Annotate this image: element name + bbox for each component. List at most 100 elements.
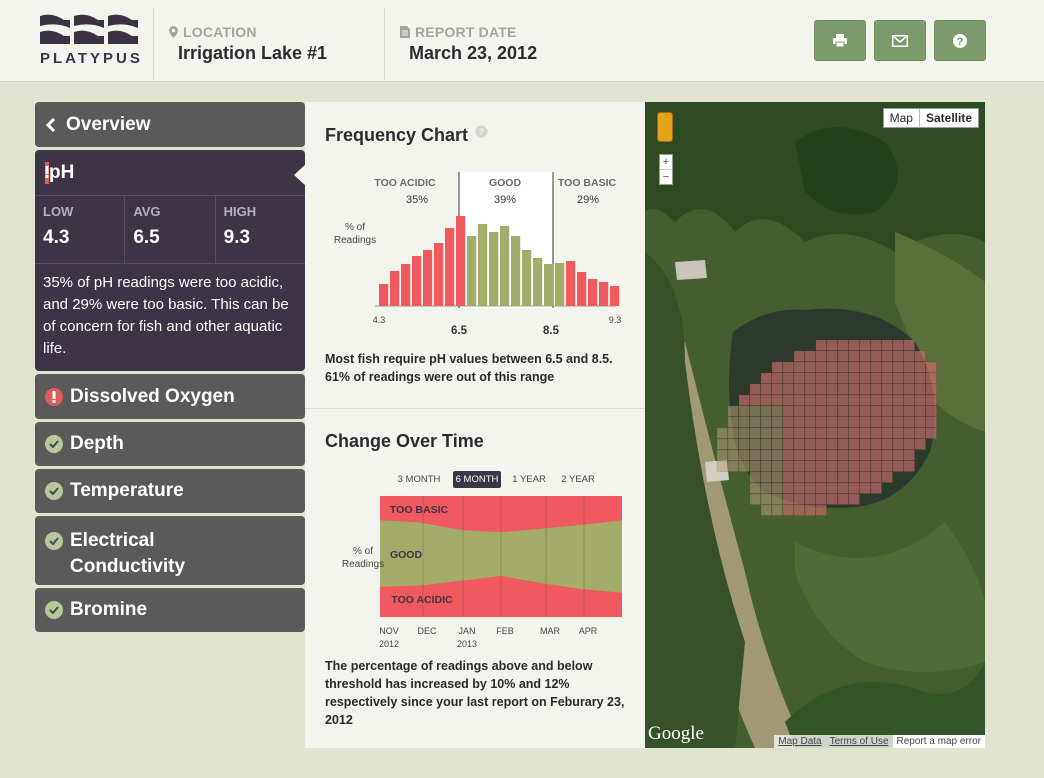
heatmap-cell [848, 383, 860, 395]
map-data-link[interactable]: Map Data [774, 735, 826, 748]
histogram-bar[interactable] [478, 224, 488, 306]
x-tick-label: 4.3 [373, 315, 386, 325]
histogram-bar[interactable] [555, 263, 565, 306]
histogram-bar[interactable] [434, 243, 444, 306]
terms-of-use-link[interactable]: Terms of Use [825, 735, 893, 748]
heatmap-cell [870, 383, 882, 395]
heatmap-cell [749, 471, 761, 483]
sidebar-item-electrical-conductivity[interactable]: Electrical Conductivity [35, 516, 305, 585]
histogram-bar[interactable] [445, 228, 455, 306]
histogram-bar[interactable] [401, 264, 411, 306]
map-type-map[interactable]: Map [884, 109, 919, 127]
heatmap-cell [738, 449, 750, 461]
heatmap-cell [892, 438, 904, 450]
heatmap-cell [815, 493, 827, 505]
heatmap-cell [782, 405, 794, 417]
heatmap-cell [804, 383, 816, 395]
section-divider [305, 408, 645, 409]
overview-button[interactable]: Overview [35, 102, 305, 147]
heatmap-cell [914, 361, 926, 373]
heatmap-cell [859, 350, 871, 362]
histogram-bar[interactable] [456, 216, 466, 306]
change-over-time-chart: 3 MONTH 6 MONTH 1 YEAR 2 YEAR TOO BASIC … [342, 471, 622, 649]
platypus-logo[interactable]: PLATYPUS [38, 12, 142, 70]
zone-pct-good: 39% [494, 194, 516, 206]
sidebar-item-temperature[interactable]: Temperature [35, 469, 305, 513]
histogram-bar[interactable] [379, 284, 389, 306]
histogram-bar[interactable] [467, 236, 477, 306]
satellite-map[interactable]: + − Map Satellite Google Map Data Terms … [645, 102, 985, 748]
heatmap-cell [859, 427, 871, 439]
zoom-in-button[interactable]: + [660, 155, 672, 169]
histogram-bar[interactable] [511, 236, 521, 306]
google-logo[interactable]: Google [648, 723, 704, 745]
heatmap-cell [870, 438, 882, 450]
sidebar-item-bromine[interactable]: Bromine [35, 588, 305, 632]
heatmap-cell [903, 383, 915, 395]
svg-text:?: ? [957, 36, 964, 48]
map-type-toggle[interactable]: Map Satellite [882, 108, 979, 128]
heatmap-cell [892, 339, 904, 351]
heatmap-cell [815, 339, 827, 351]
heatmap-cell [903, 405, 915, 417]
header-divider [384, 8, 385, 80]
histogram-bar[interactable] [599, 282, 609, 306]
heatmap-cell [804, 438, 816, 450]
histogram-bar[interactable] [500, 226, 510, 306]
help-circle-icon[interactable]: ? [475, 125, 488, 138]
tab-1-year[interactable]: 1 YEAR [512, 474, 546, 485]
heatmap-cell [870, 416, 882, 428]
histogram-bar[interactable] [423, 250, 433, 306]
histogram-bar[interactable] [544, 264, 554, 306]
heatmap-cell [738, 416, 750, 428]
heatmap-cell [826, 372, 838, 384]
histogram-bar[interactable] [412, 256, 422, 306]
heatmap-cell [749, 449, 761, 461]
heatmap-cell [804, 372, 816, 384]
heatmap-cell [782, 383, 794, 395]
heatmap-cell [793, 427, 805, 439]
heatmap-cell [914, 394, 926, 406]
zoom-out-button[interactable]: − [660, 169, 672, 184]
print-button[interactable] [814, 20, 866, 61]
sidebar-item-label: Electrical Conductivity [70, 530, 186, 577]
heatmap-cell [727, 427, 739, 439]
heatmap-cell [804, 427, 816, 439]
heatmap-cell [914, 416, 926, 428]
heatmap-cell [914, 438, 926, 450]
heatmap-cell [892, 361, 904, 373]
zoom-control[interactable]: + − [659, 154, 673, 185]
heatmap-cell [727, 416, 739, 428]
sidebar-item-depth[interactable]: Depth [35, 422, 305, 466]
heatmap-cell [782, 427, 794, 439]
heatmap-cell [738, 405, 750, 417]
satellite-imagery[interactable] [645, 102, 985, 748]
heatmap-cell [925, 405, 937, 417]
tab-3-month[interactable]: 3 MONTH [398, 474, 441, 485]
heatmap-cell [837, 427, 849, 439]
ph-nav-item[interactable]: pH [35, 150, 305, 196]
histogram-bar[interactable] [566, 261, 576, 306]
heatmap-cell [837, 493, 849, 505]
histogram-bar[interactable] [522, 250, 532, 306]
sidebar-item-dissolved-oxygen[interactable]: Dissolved Oxygen [35, 374, 305, 419]
histogram-bar[interactable] [610, 286, 620, 306]
tab-6-month[interactable]: 6 MONTH [456, 474, 499, 485]
report-map-error-link[interactable]: Report a map error [892, 735, 985, 748]
histogram-bar[interactable] [489, 232, 499, 306]
histogram-bar[interactable] [577, 272, 587, 306]
street-view-pegman-icon[interactable] [657, 112, 673, 142]
heatmap-cell [760, 416, 772, 428]
heatmap-cell [848, 405, 860, 417]
histogram-bar[interactable] [533, 258, 543, 306]
heatmap-cell [716, 449, 728, 461]
email-button[interactable] [874, 20, 926, 61]
histogram-bar[interactable] [588, 279, 598, 306]
help-button[interactable]: ? [934, 20, 986, 61]
heatmap-cell [848, 438, 860, 450]
tab-2-year[interactable]: 2 YEAR [561, 474, 595, 485]
histogram-bar[interactable] [390, 271, 400, 306]
envelope-icon [892, 34, 908, 47]
map-type-satellite[interactable]: Satellite [918, 109, 978, 127]
sidebar-item-label: Temperature [70, 480, 184, 501]
